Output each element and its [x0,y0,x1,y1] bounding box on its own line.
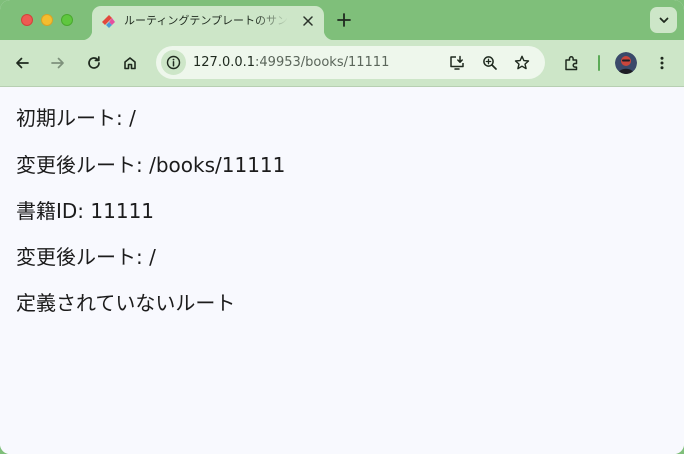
url-path: :49953/books/11111 [255,55,390,70]
star-icon[interactable] [512,53,532,73]
home-icon[interactable] [118,51,142,75]
reload-icon[interactable] [82,51,106,75]
url-host: 127.0.0.1 [193,55,256,70]
changed-route-text: 変更後ルート: /books/11111 [16,153,286,177]
forward-arrow-icon[interactable] [46,51,70,75]
tab-title: ルーティングテンプレートのサンプル [124,14,288,27]
browser-tab-active[interactable]: ルーティングテンプレートのサンプル [82,6,334,40]
flutter-favicon-icon [102,14,116,28]
address-bar[interactable]: 127.0.0.1:49953/books/11111 [156,46,545,79]
browser-window: ルーティングテンプレートのサンプル [0,0,684,454]
info-icon[interactable] [161,50,186,75]
profile-sync-indicator [598,55,600,71]
url-text: 127.0.0.1:49953/books/11111 [193,54,389,71]
close-icon[interactable] [300,13,316,29]
minimize-window-button[interactable] [41,14,53,26]
install-app-icon[interactable] [447,53,467,73]
back-arrow-icon[interactable] [10,51,34,75]
initial-route-text: 初期ルート: / [16,106,136,130]
changed-route-root-text: 変更後ルート: / [16,245,156,269]
book-id-text: 書籍ID: 11111 [16,199,155,223]
tab-strip: ルーティングテンプレートのサンプル [0,0,684,40]
zoom-icon[interactable] [480,53,500,73]
extensions-icon[interactable] [560,51,584,75]
plus-icon[interactable] [334,10,354,30]
browser-toolbar: 127.0.0.1:49953/books/11111 [0,40,684,87]
more-vert-icon[interactable] [650,51,674,75]
avatar[interactable] [615,52,637,74]
close-window-button[interactable] [21,14,33,26]
page-content: 初期ルート: / 変更後ルート: /books/11111 書籍ID: 1111… [0,87,684,454]
undefined-route-text: 定義されていないルート [16,291,236,315]
fullscreen-window-button[interactable] [61,14,73,26]
chevron-down-icon[interactable] [650,7,677,33]
